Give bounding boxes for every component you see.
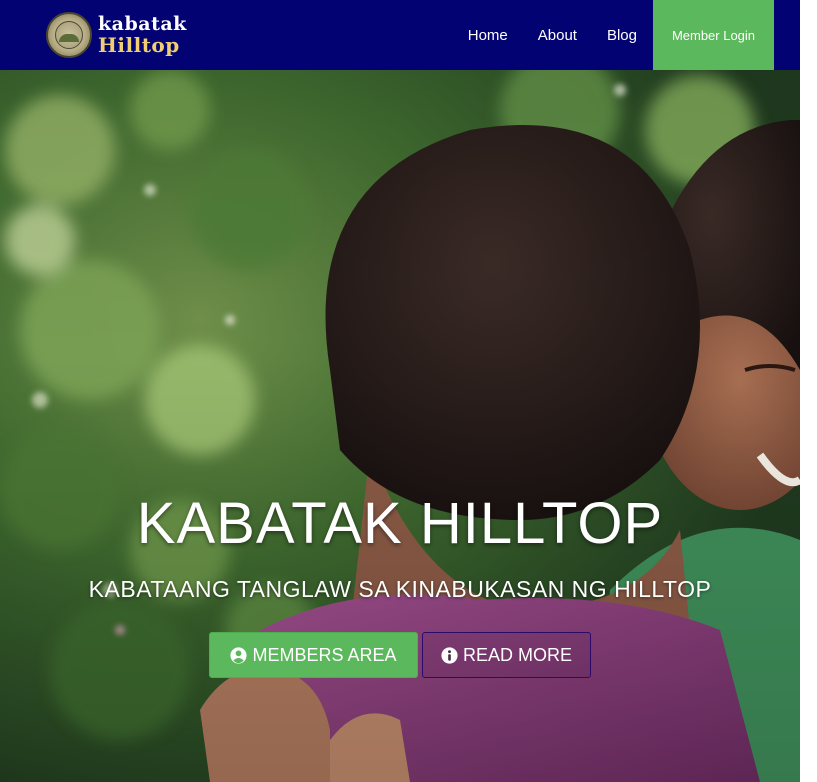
- read-more-button[interactable]: READ MORE: [422, 632, 591, 678]
- nav-about-link[interactable]: About: [523, 27, 592, 44]
- nav-blog-link[interactable]: Blog: [592, 27, 652, 44]
- members-area-button[interactable]: MEMBERS AREA: [209, 632, 418, 678]
- hero-section: KABATAK HILLTOP KABATAANG TANGLAW SA KIN…: [0, 70, 800, 782]
- user-circle-icon: [230, 646, 248, 664]
- seal-emblem: [55, 21, 83, 49]
- read-more-label: READ MORE: [462, 644, 572, 665]
- members-area-label: MEMBERS AREA: [252, 644, 397, 665]
- main-nav: Home About Blog Member Login: [453, 0, 774, 71]
- nav-home-link[interactable]: Home: [453, 27, 523, 44]
- brand-logo[interactable]: kabatak Hilltop: [46, 10, 187, 60]
- member-login-button[interactable]: Member Login: [653, 0, 774, 71]
- brand-line-2: Hilltop: [98, 33, 180, 57]
- navbar: kabatak Hilltop Home About Blog Member L…: [0, 0, 800, 71]
- brand-line-1: kabatak: [98, 13, 187, 35]
- hero-title: KABATAK HILLTOP: [136, 491, 664, 556]
- brand-wordmark: kabatak Hilltop: [98, 13, 187, 57]
- info-circle-icon: [441, 646, 458, 664]
- hero-subtitle: KABATAANG TANGLAW SA KINABUKASAN NG HILL…: [88, 576, 712, 602]
- organization-seal-icon: [46, 12, 92, 58]
- seal-hill-shape: [59, 34, 79, 42]
